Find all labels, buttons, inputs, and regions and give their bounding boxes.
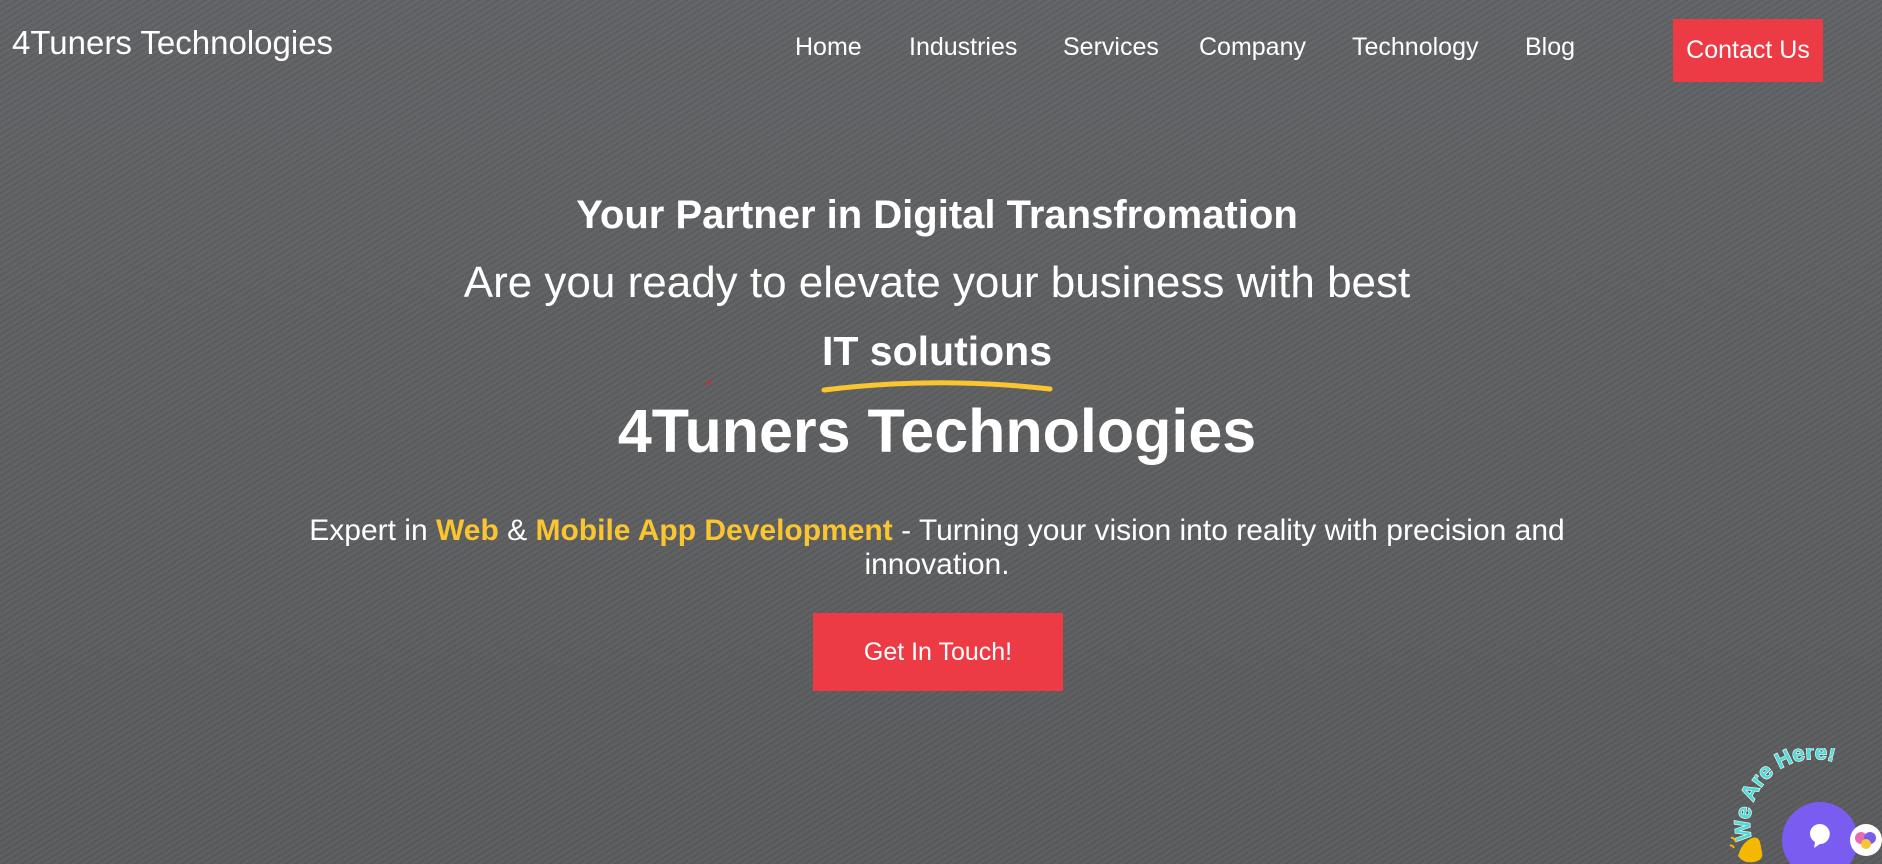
highlight-underline-icon <box>821 380 1053 393</box>
hero-highlight-text: IT solutions <box>821 328 1053 374</box>
hero-highlight: IT solutions <box>821 328 1053 393</box>
waving-hand-icon <box>1729 836 1763 863</box>
hero-brand-heading: 4Tuners Technologies <box>617 397 1257 465</box>
description-prefix: Expert in <box>309 514 436 547</box>
chat-widget[interactable]: We Are Here! <box>1728 748 1882 864</box>
description-suffix: - Turning your vision into reality with … <box>864 514 1565 581</box>
hero-question: Are you ready to elevate your business w… <box>463 258 1411 307</box>
description-accent-mobile: Mobile App Development <box>535 514 893 547</box>
decorative-dot <box>707 381 711 385</box>
hero-description: Expert in Web & Mobile App Development -… <box>300 514 1574 582</box>
description-connector: & <box>498 514 536 547</box>
get-in-touch-button[interactable]: Get In Touch! <box>813 613 1063 691</box>
hero-section: Your Partner in Digital Transfromation A… <box>0 0 1882 864</box>
chat-widget-graphic: We Are Here! <box>1729 748 1882 864</box>
hero-tagline: Your Partner in Digital Transfromation <box>576 193 1298 237</box>
description-accent-web: Web <box>436 514 499 547</box>
hero-highlight-row: IT solutions <box>0 328 1874 393</box>
